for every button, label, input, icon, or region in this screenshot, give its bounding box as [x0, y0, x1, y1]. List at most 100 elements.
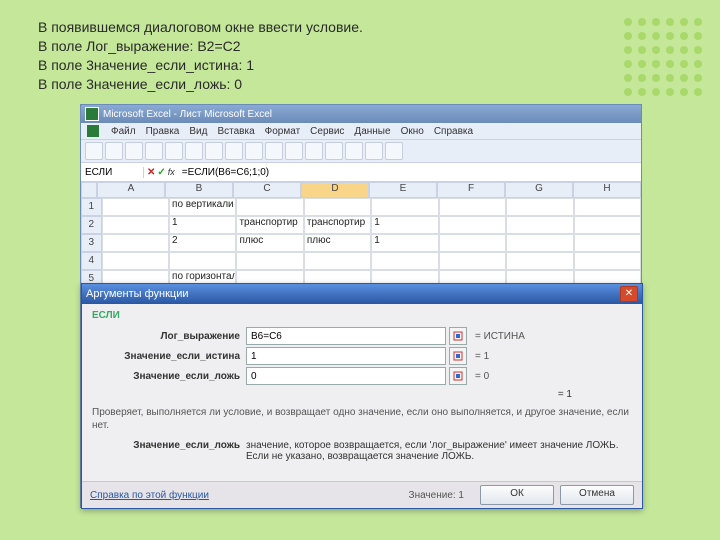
toolbar — [81, 140, 641, 163]
toolbar-button[interactable] — [265, 142, 283, 160]
arg-input-1[interactable] — [246, 347, 446, 365]
row-header[interactable]: 3 — [81, 234, 102, 252]
toolbar-button[interactable] — [345, 142, 363, 160]
cell[interactable] — [304, 252, 371, 270]
cell[interactable] — [439, 234, 506, 252]
cell[interactable]: транспортир — [304, 216, 371, 234]
range-picker-icon[interactable] — [449, 347, 467, 365]
range-picker-icon[interactable] — [449, 367, 467, 385]
function-arguments-dialog: Аргументы функции ✕ ЕСЛИ Лог_выражение= … — [81, 283, 643, 509]
fx-icon[interactable]: fx — [168, 167, 175, 178]
cell[interactable] — [102, 252, 169, 270]
menu-insert[interactable]: Вставка — [217, 126, 254, 137]
arg-label: Значение_если_истина — [92, 351, 246, 362]
menu-format[interactable]: Формат — [265, 126, 301, 137]
row-header[interactable]: 2 — [81, 216, 102, 234]
cancel-formula-icon[interactable]: ✕ — [147, 167, 155, 178]
arg-eval: = 1 — [475, 351, 489, 362]
column-header-A[interactable]: A — [97, 182, 165, 198]
menu-help[interactable]: Справка — [434, 126, 473, 137]
menu-edit[interactable]: Правка — [146, 126, 180, 137]
menu-file[interactable]: Файл — [111, 126, 136, 137]
cell[interactable] — [506, 216, 573, 234]
cell[interactable]: плюс — [304, 234, 371, 252]
cell[interactable] — [574, 216, 641, 234]
cell[interactable] — [371, 252, 438, 270]
column-header-E[interactable]: E — [369, 182, 437, 198]
column-header-H[interactable]: H — [573, 182, 641, 198]
cell[interactable]: по вертикали — [169, 198, 236, 216]
column-header-C[interactable]: C — [233, 182, 301, 198]
close-icon[interactable]: ✕ — [620, 286, 638, 302]
cell[interactable] — [102, 198, 169, 216]
cell[interactable]: транспортир — [236, 216, 303, 234]
toolbar-button[interactable] — [245, 142, 263, 160]
cell[interactable] — [506, 198, 573, 216]
toolbar-button[interactable] — [125, 142, 143, 160]
cell[interactable] — [439, 252, 506, 270]
ok-button[interactable]: ОК — [480, 485, 554, 505]
cell[interactable] — [574, 198, 641, 216]
cell[interactable] — [506, 252, 573, 270]
toolbar-button[interactable] — [325, 142, 343, 160]
toolbar-button[interactable] — [165, 142, 183, 160]
cancel-button[interactable]: Отмена — [560, 485, 634, 505]
select-all-corner[interactable] — [81, 182, 97, 198]
cell[interactable] — [371, 198, 438, 216]
column-header-G[interactable]: G — [505, 182, 573, 198]
cell[interactable]: 2 — [169, 234, 236, 252]
toolbar-button[interactable] — [385, 142, 403, 160]
cell[interactable] — [236, 252, 303, 270]
range-picker-icon[interactable] — [449, 327, 467, 345]
cell[interactable] — [574, 252, 641, 270]
function-description: Проверяет, выполняется ли условие, и воз… — [92, 406, 632, 432]
toolbar-button[interactable] — [305, 142, 323, 160]
toolbar-button[interactable] — [145, 142, 163, 160]
cell[interactable]: 1 — [371, 216, 438, 234]
instruction-line: В поле Лог_выражение: B2=C2 — [38, 37, 363, 56]
menu-window[interactable]: Окно — [401, 126, 424, 137]
cell[interactable] — [574, 234, 641, 252]
toolbar-button[interactable] — [285, 142, 303, 160]
menu-bar: Файл Правка Вид Вставка Формат Сервис Да… — [81, 123, 641, 140]
toolbar-button[interactable] — [205, 142, 223, 160]
formula-input[interactable]: =ЕСЛИ(B6=C6;1;0) — [178, 167, 641, 178]
cell[interactable]: 1 — [371, 234, 438, 252]
cell[interactable] — [439, 198, 506, 216]
instruction-line: В появившемся диалоговом окне ввести усл… — [38, 18, 363, 37]
row-header[interactable]: 1 — [81, 198, 102, 216]
column-header-B[interactable]: B — [165, 182, 233, 198]
cell[interactable] — [506, 234, 573, 252]
dialog-title: Аргументы функции — [86, 288, 189, 300]
cell[interactable] — [439, 216, 506, 234]
instructions-text: В появившемся диалоговом окне ввести усл… — [38, 18, 363, 94]
cell[interactable] — [304, 198, 371, 216]
cell[interactable] — [102, 234, 169, 252]
cell[interactable] — [102, 216, 169, 234]
window-titlebar: Microsoft Excel - Лист Microsoft Excel — [81, 105, 641, 123]
formula-bar: ЕСЛИ ✕ ✓ fx =ЕСЛИ(B6=C6;1;0) — [81, 163, 641, 182]
cell[interactable] — [236, 198, 303, 216]
toolbar-button[interactable] — [365, 142, 383, 160]
column-header-D[interactable]: D — [301, 182, 369, 198]
arg-input-0[interactable] — [246, 327, 446, 345]
arg-eval: = ИСТИНА — [475, 331, 525, 342]
instruction-line: В поле 3начение_если_ложь: 0 — [38, 75, 363, 94]
cell[interactable]: плюс — [236, 234, 303, 252]
toolbar-button[interactable] — [185, 142, 203, 160]
toolbar-button[interactable] — [85, 142, 103, 160]
menu-tools[interactable]: Сервис — [310, 126, 344, 137]
menu-data[interactable]: Данные — [354, 126, 390, 137]
column-header-F[interactable]: F — [437, 182, 505, 198]
name-box[interactable]: ЕСЛИ — [81, 167, 144, 178]
arg-eval: = 0 — [475, 371, 489, 382]
toolbar-button[interactable] — [225, 142, 243, 160]
arg-input-2[interactable] — [246, 367, 446, 385]
menu-view[interactable]: Вид — [189, 126, 207, 137]
row-header[interactable]: 4 — [81, 252, 102, 270]
toolbar-button[interactable] — [105, 142, 123, 160]
help-link[interactable]: Справка по этой функции — [90, 490, 209, 501]
accept-formula-icon[interactable]: ✓ — [157, 167, 165, 178]
cell[interactable]: 1 — [169, 216, 236, 234]
cell[interactable] — [169, 252, 236, 270]
